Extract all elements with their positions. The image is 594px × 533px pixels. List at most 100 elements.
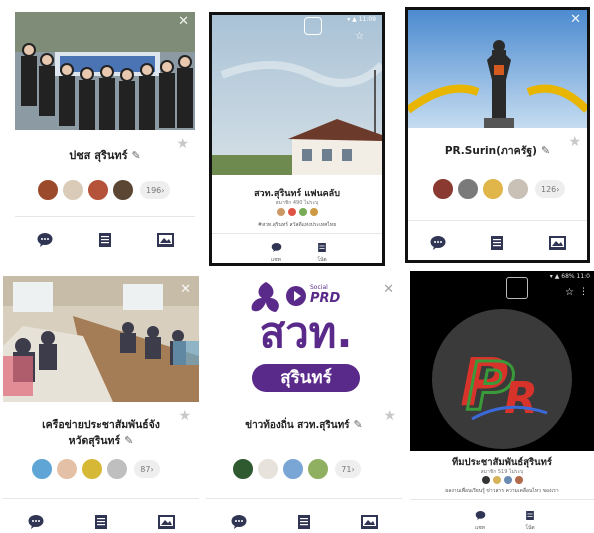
group-actions bbox=[15, 232, 195, 248]
note-icon[interactable] bbox=[488, 235, 506, 251]
avatar bbox=[276, 208, 285, 216]
note-icon[interactable] bbox=[96, 232, 114, 248]
group-title: เครือข่ายประชาสัมพันธ์จัง หวัดสุรินทร์ ✎ bbox=[3, 418, 199, 449]
qr-icon[interactable] bbox=[506, 277, 528, 299]
group-actions bbox=[3, 514, 199, 530]
divider bbox=[410, 499, 594, 500]
chat-icon[interactable] bbox=[429, 235, 447, 251]
chat-icon[interactable] bbox=[27, 514, 45, 530]
group-card-6[interactable]: ▾ ▲ 68% 11:0 ☆ ⋮ P P R ทีมประชาสัมพันธ์ส… bbox=[410, 271, 594, 533]
avatar bbox=[514, 476, 523, 484]
avatar bbox=[87, 179, 109, 201]
group-cover-photo bbox=[15, 12, 195, 130]
chat-icon bbox=[271, 243, 281, 252]
member-avatars[interactable]: 126 › bbox=[432, 178, 566, 200]
close-icon[interactable]: ✕ bbox=[180, 282, 191, 297]
avatar bbox=[481, 476, 490, 484]
album-icon[interactable] bbox=[156, 232, 174, 248]
member-count-badge[interactable]: 87 › bbox=[134, 460, 160, 478]
avatar bbox=[507, 178, 529, 200]
pr-logo: P P R bbox=[432, 309, 572, 449]
member-avatars[interactable]: 196 › bbox=[37, 179, 171, 201]
group-card-4[interactable]: ✕ ★ เครือข่ายประชาสัมพันธ์จัง หวัดสุรินท… bbox=[3, 276, 199, 533]
group-title: สวท.สุรินทร์ แฟนคลับ bbox=[254, 189, 340, 199]
note-icon[interactable] bbox=[92, 514, 110, 530]
avatar bbox=[81, 458, 103, 480]
group-card-3[interactable]: ✕ ★ PR.Surin(ภาครัฐ) ✎ 126 › bbox=[405, 7, 590, 263]
avatar bbox=[112, 179, 134, 201]
group-cover-photo bbox=[3, 276, 199, 402]
more-icon[interactable]: ⋮ bbox=[579, 287, 588, 297]
group-meta: สมาชิก 490 ไม่ระบุ bbox=[275, 200, 319, 206]
avatar bbox=[482, 178, 504, 200]
chat-icon[interactable] bbox=[230, 514, 248, 530]
group-meta: สมาชิก 519 ไม่ระบุ bbox=[480, 469, 524, 475]
avatar bbox=[257, 458, 279, 480]
qr-icon[interactable] bbox=[304, 17, 322, 35]
group-actions bbox=[408, 235, 587, 251]
chat-icon bbox=[475, 511, 485, 520]
note-icon bbox=[318, 243, 326, 252]
group-card-1[interactable]: ✕ ★ ปชส สุรินทร์ ✎ 196 › bbox=[15, 12, 195, 258]
group-tagline: #สวท.สุรินทร์ สวัสดีแห่งประเทศไทย bbox=[257, 222, 337, 228]
avatar bbox=[503, 476, 512, 484]
play-icon bbox=[286, 286, 306, 306]
member-avatars[interactable] bbox=[212, 208, 382, 216]
avatar bbox=[309, 208, 318, 216]
note-icon[interactable] bbox=[295, 514, 313, 530]
avatar bbox=[56, 458, 78, 480]
edit-pencil-icon[interactable]: ✎ bbox=[541, 144, 550, 157]
member-count-badge[interactable]: 196 › bbox=[140, 181, 171, 199]
chat-button[interactable]: แชท bbox=[468, 505, 492, 532]
group-actions bbox=[206, 514, 402, 530]
avatar bbox=[37, 179, 59, 201]
group-card-5[interactable]: Social PRD สวท. สุรินทร์ ✕ ★ ข่าวท้องถิ่… bbox=[206, 276, 402, 533]
status-bar: ▾ ▲ 68% 11:0 bbox=[549, 273, 590, 280]
edit-pencil-icon[interactable]: ✎ bbox=[124, 433, 133, 448]
avatar bbox=[106, 458, 128, 480]
member-count-badge[interactable]: 71 › bbox=[335, 460, 361, 478]
divider bbox=[15, 216, 195, 217]
note-icon bbox=[526, 511, 534, 520]
group-card-2[interactable]: ▾ ▲ 11:09 ☆ สวท.สุรินทร์ แฟนคลับ สมาชิก … bbox=[209, 12, 385, 266]
divider bbox=[408, 220, 587, 221]
note-button[interactable]: โน้ต bbox=[310, 237, 334, 263]
group-cover-photo bbox=[408, 10, 587, 128]
avatar bbox=[31, 458, 53, 480]
divider bbox=[3, 498, 199, 499]
avatar bbox=[287, 208, 296, 216]
album-icon[interactable] bbox=[548, 235, 566, 251]
group-title: PR.Surin(ภาครัฐ) ✎ bbox=[444, 144, 551, 157]
album-icon[interactable] bbox=[157, 514, 175, 530]
edit-pencil-icon[interactable]: ✎ bbox=[354, 418, 363, 431]
member-avatars[interactable] bbox=[410, 476, 594, 484]
close-icon[interactable]: ✕ bbox=[570, 12, 581, 27]
member-count-badge[interactable]: 126 › bbox=[535, 180, 566, 198]
chat-label: แชท bbox=[475, 525, 485, 531]
group-title: ข่าวท้องถิ่น สวท.สุรินทร์ ✎ bbox=[245, 418, 363, 431]
group-tagline: ผลงานเพื่อนเรียนรู้ ข่าวสาร ความเคลื่อนไ… bbox=[445, 488, 559, 494]
group-title: ปชส สุรินทร์ ✎ bbox=[69, 149, 141, 162]
member-avatars[interactable]: 71 › bbox=[232, 458, 361, 480]
avatar bbox=[432, 178, 454, 200]
edit-pencil-icon[interactable]: ✎ bbox=[132, 149, 141, 162]
close-icon[interactable]: ✕ bbox=[383, 282, 394, 297]
note-label: โน้ต bbox=[317, 257, 327, 263]
album-icon[interactable] bbox=[360, 514, 378, 530]
divider bbox=[206, 498, 402, 499]
close-icon[interactable]: ✕ bbox=[178, 14, 189, 29]
prd-logo: Social PRD สวท. สุรินทร์ bbox=[246, 280, 366, 400]
status-bar: ▾ ▲ 11:09 bbox=[347, 16, 376, 23]
avatar bbox=[298, 208, 307, 216]
member-avatars[interactable]: 87 › bbox=[31, 458, 160, 480]
chat-icon[interactable] bbox=[36, 232, 54, 248]
star-icon[interactable]: ☆ bbox=[355, 31, 364, 42]
chat-button[interactable]: แชท bbox=[264, 237, 288, 263]
avatar bbox=[232, 458, 254, 480]
note-label: โน้ต bbox=[525, 525, 535, 531]
note-button[interactable]: โน้ต bbox=[518, 505, 542, 532]
avatar bbox=[307, 458, 329, 480]
group-title-line2: หวัดสุรินทร์ ✎ bbox=[68, 433, 134, 448]
avatar bbox=[282, 458, 304, 480]
star-icon[interactable]: ☆ bbox=[565, 287, 574, 298]
